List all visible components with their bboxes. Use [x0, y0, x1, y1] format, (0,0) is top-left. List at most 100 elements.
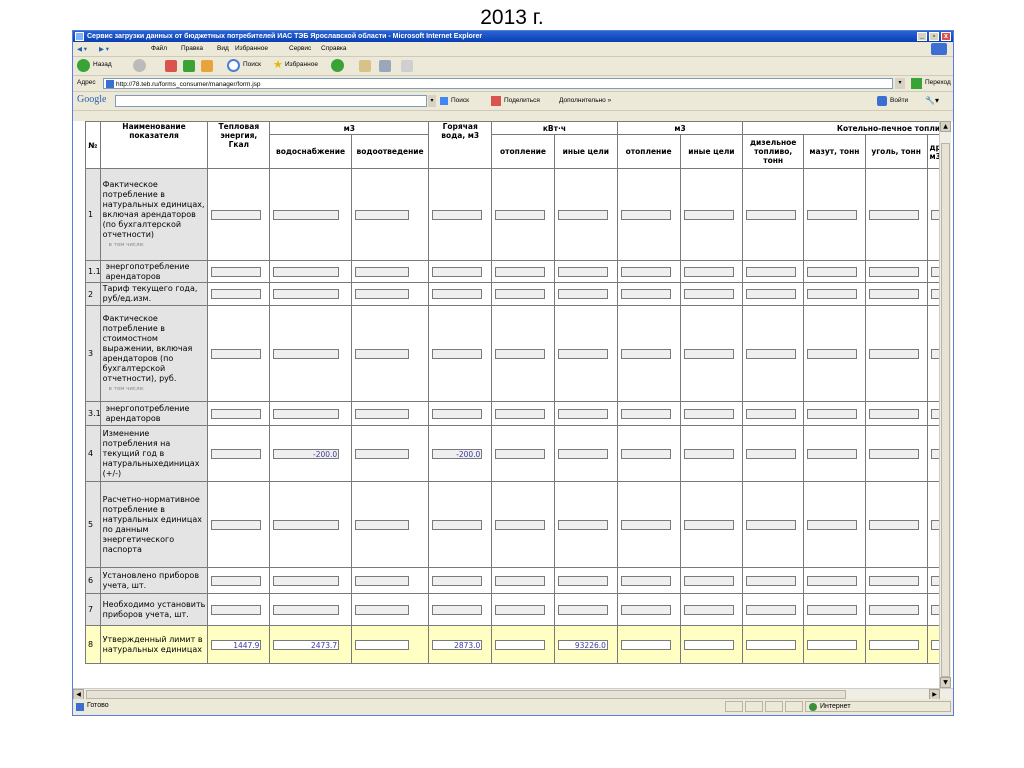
value-input[interactable] — [432, 266, 483, 277]
value-input[interactable] — [273, 575, 340, 586]
value-input[interactable] — [211, 289, 262, 299]
value-input[interactable] — [495, 209, 546, 220]
value-input[interactable] — [746, 575, 797, 586]
value-input[interactable]: -200.0 — [273, 448, 340, 459]
value-input[interactable] — [620, 408, 671, 419]
back-button-label[interactable]: Назад — [93, 61, 112, 68]
value-input[interactable] — [354, 266, 409, 277]
value-input[interactable] — [495, 575, 546, 586]
value-input[interactable] — [211, 348, 262, 359]
home-icon[interactable] — [201, 60, 213, 72]
go-arrow-icon[interactable] — [911, 78, 922, 89]
value-input[interactable] — [620, 448, 671, 459]
menu-help[interactable]: Справка — [321, 45, 347, 52]
menu-file[interactable]: Файл — [151, 45, 167, 52]
value-input[interactable] — [354, 519, 409, 530]
value-input[interactable] — [683, 448, 734, 459]
value-input[interactable] — [868, 639, 919, 650]
value-input[interactable] — [807, 448, 858, 459]
value-input[interactable] — [746, 639, 797, 650]
value-input[interactable] — [273, 348, 340, 359]
scroll-thumb[interactable] — [941, 143, 950, 677]
google-share-button[interactable]: Поделиться — [504, 97, 540, 104]
value-input[interactable] — [746, 348, 797, 359]
value-input[interactable]: 2873.0 — [432, 639, 483, 650]
value-input[interactable] — [211, 519, 262, 530]
value-input[interactable] — [557, 209, 608, 220]
value-input[interactable] — [354, 408, 409, 419]
value-input[interactable]: 1447.9 — [211, 639, 262, 650]
menu-favorites[interactable]: Избранное — [235, 45, 268, 52]
google-search-button[interactable]: Поиск — [451, 97, 469, 104]
value-input[interactable] — [495, 639, 546, 650]
value-input[interactable] — [557, 604, 608, 615]
value-input[interactable] — [211, 209, 262, 220]
hscroll-thumb[interactable] — [86, 690, 846, 699]
value-input[interactable]: 93226.0 — [557, 639, 608, 650]
value-input[interactable] — [683, 519, 734, 530]
value-input[interactable] — [432, 348, 483, 359]
value-input[interactable] — [683, 604, 734, 615]
value-input[interactable] — [746, 209, 797, 220]
value-input[interactable] — [807, 575, 858, 586]
value-input[interactable] — [557, 519, 608, 530]
google-login-button[interactable]: Войти — [890, 97, 908, 104]
value-input[interactable] — [273, 209, 340, 220]
value-input[interactable] — [683, 266, 734, 277]
value-input[interactable] — [273, 408, 340, 419]
value-input[interactable] — [620, 266, 671, 277]
menu-edit[interactable]: Правка — [181, 45, 203, 52]
value-input[interactable] — [211, 448, 262, 459]
edit-icon[interactable] — [401, 60, 413, 72]
value-input[interactable] — [807, 604, 858, 615]
value-input[interactable] — [807, 639, 858, 650]
value-input[interactable] — [620, 639, 671, 650]
value-input[interactable] — [273, 289, 340, 299]
value-input[interactable] — [354, 209, 409, 220]
value-input[interactable] — [273, 266, 340, 277]
address-dropdown-icon[interactable]: ▾ — [895, 78, 905, 89]
value-input[interactable] — [211, 266, 262, 277]
value-input[interactable] — [620, 604, 671, 615]
value-input[interactable] — [620, 348, 671, 359]
wrench-icon[interactable]: 🔧▾ — [925, 96, 939, 105]
stop-icon[interactable] — [165, 60, 177, 72]
value-input[interactable] — [620, 289, 671, 299]
google-more-button[interactable]: Дополнительно » — [559, 97, 611, 104]
search-button-label[interactable]: Поиск — [243, 61, 261, 68]
value-input[interactable] — [746, 408, 797, 419]
value-input[interactable] — [683, 348, 734, 359]
value-input[interactable] — [432, 408, 483, 419]
value-input[interactable] — [868, 408, 919, 419]
value-input[interactable] — [354, 604, 409, 615]
value-input[interactable] — [211, 604, 262, 615]
scroll-down-button[interactable]: ▼ — [940, 677, 951, 688]
value-input[interactable] — [495, 289, 546, 299]
back-mini-icon[interactable]: ◀ ▾ — [77, 45, 87, 53]
value-input[interactable] — [557, 289, 608, 299]
refresh-icon[interactable] — [183, 60, 195, 72]
value-input[interactable] — [868, 448, 919, 459]
value-input[interactable] — [432, 289, 483, 299]
value-input[interactable] — [432, 519, 483, 530]
value-input[interactable] — [211, 575, 262, 586]
close-button[interactable]: x — [941, 32, 951, 41]
value-input[interactable] — [746, 604, 797, 615]
value-input[interactable] — [557, 575, 608, 586]
value-input[interactable] — [807, 289, 858, 299]
value-input[interactable] — [354, 448, 409, 459]
value-input[interactable] — [683, 289, 734, 299]
value-input[interactable] — [495, 266, 546, 277]
google-search-input[interactable] — [115, 95, 427, 107]
value-input[interactable] — [211, 408, 262, 419]
value-input[interactable] — [807, 266, 858, 277]
value-input[interactable] — [746, 448, 797, 459]
value-input[interactable] — [683, 408, 734, 419]
value-input[interactable] — [495, 348, 546, 359]
value-input[interactable] — [432, 604, 483, 615]
value-input[interactable] — [557, 408, 608, 419]
value-input[interactable] — [746, 519, 797, 530]
value-input[interactable] — [868, 519, 919, 530]
value-input[interactable] — [273, 604, 340, 615]
menu-tools[interactable]: Сервис — [289, 45, 311, 52]
